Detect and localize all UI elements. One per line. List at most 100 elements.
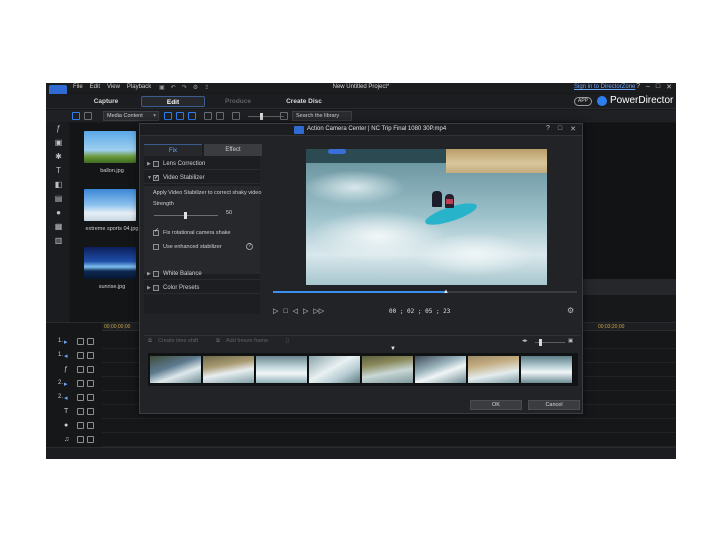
import-media-icon[interactable] (72, 112, 80, 120)
video-stabilizer-checkbox[interactable] (153, 172, 159, 184)
tab-create-disc[interactable]: Create Disc (282, 96, 326, 107)
subtitle-room-icon[interactable]: ▥ (54, 236, 63, 245)
fix-rotational-option[interactable]: Fix rotational camera shake (153, 227, 259, 238)
filmstrip-playhead-icon[interactable]: ▼ (390, 346, 396, 352)
view-icon[interactable] (216, 112, 224, 120)
sign-in-link[interactable]: Sign in to DirectorZone (574, 84, 635, 90)
create-time-shift-button[interactable]: Create time shift (158, 338, 198, 344)
track-lock-icon[interactable] (87, 436, 94, 443)
tab-fix[interactable]: Fix (144, 144, 202, 156)
color-presets-checkbox[interactable] (153, 285, 159, 291)
dialog-close-button[interactable]: ✕ (570, 125, 576, 133)
menu-playback[interactable]: Playback (127, 84, 151, 90)
track-lane[interactable] (102, 419, 676, 433)
media-thumb-ballon[interactable] (84, 131, 136, 163)
close-button[interactable]: ✕ (666, 83, 672, 91)
plugin-icon[interactable] (84, 112, 92, 120)
upload-icon[interactable]: ⇪ (204, 84, 209, 91)
next-frame-icon[interactable]: ▷ (303, 307, 308, 315)
video-stabilizer-row[interactable]: ▼ Video Stabilizer (144, 172, 260, 184)
dialog-help-button[interactable]: ? (546, 125, 550, 133)
menu-view[interactable]: View (107, 84, 120, 90)
enhanced-stabilizer-option[interactable]: Use enhanced stabilizer (153, 243, 259, 252)
freeze-frame-icon[interactable]: ⧉ (216, 338, 220, 345)
track-enable-checkbox[interactable] (77, 422, 84, 429)
tab-capture[interactable]: Capture (86, 96, 126, 107)
cancel-button[interactable]: Cancel (528, 400, 580, 410)
tab-produce[interactable]: Produce (218, 96, 258, 107)
fix-rotational-checkbox[interactable] (153, 227, 159, 236)
track-enable-checkbox[interactable] (77, 408, 84, 415)
track-lock-icon[interactable] (87, 366, 94, 373)
media-thumb-sunrise[interactable] (84, 247, 136, 279)
fast-forward-icon[interactable]: ▷▷ (313, 307, 324, 315)
fx-room-icon[interactable]: ƒ (54, 124, 63, 133)
undo-icon[interactable]: ↶ (171, 84, 176, 91)
time-shift-icon[interactable]: ⧉ (148, 338, 152, 345)
track-lock-icon[interactable] (87, 408, 94, 415)
pip-room-icon[interactable]: ▣ (54, 138, 63, 147)
menu-file[interactable]: File (73, 84, 83, 90)
track-lane[interactable] (102, 433, 676, 447)
white-balance-row[interactable]: ▶ White Balance (144, 268, 260, 280)
grid-large-icon[interactable] (280, 112, 288, 120)
library-zoom-knob[interactable] (260, 113, 263, 120)
track-enable-checkbox[interactable] (77, 436, 84, 443)
color-presets-row[interactable]: ▶ Color Presets (144, 282, 260, 294)
filter-image-icon[interactable] (176, 112, 184, 120)
video-preview[interactable] (306, 149, 547, 285)
add-freeze-frame-button[interactable]: Add freeze frame (226, 338, 268, 344)
settings-icon[interactable]: ⚙ (193, 84, 198, 91)
lens-correction-checkbox[interactable] (153, 161, 159, 167)
track-enable-checkbox[interactable] (77, 338, 84, 345)
save-icon[interactable]: ▣ (159, 84, 165, 91)
previous-frame-icon[interactable]: ◁ (293, 307, 298, 315)
track-lock-icon[interactable] (87, 338, 94, 345)
track-lock-icon[interactable] (87, 380, 94, 387)
help-button[interactable]: ? (636, 83, 640, 91)
stop-icon[interactable]: □ (283, 308, 287, 315)
library-search-input[interactable]: Search the library (292, 111, 352, 121)
timecode-display[interactable]: 00 ; 02 ; 05 ; 23 (389, 308, 450, 315)
filmstrip-zoom-knob[interactable] (539, 339, 542, 346)
tab-effect[interactable]: Effect (204, 144, 262, 156)
audio-mixing-room-icon[interactable]: ▤ (54, 194, 63, 203)
playback-progress-bar[interactable] (273, 291, 577, 293)
playback-scrubber-icon[interactable]: ▲ (443, 289, 449, 295)
tab-edit[interactable]: Edit (141, 96, 205, 107)
strength-slider-knob[interactable] (184, 212, 187, 219)
track-enable-checkbox[interactable] (77, 394, 84, 401)
timeline-scrollbar[interactable] (46, 447, 676, 459)
track-enable-checkbox[interactable] (77, 366, 84, 373)
filter-video-icon[interactable] (164, 112, 172, 120)
library-zoom-slider[interactable] (248, 116, 284, 117)
gear-icon[interactable]: ⚙ (567, 306, 574, 315)
voice-over-room-icon[interactable]: ● (54, 208, 63, 217)
track-lock-icon[interactable] (87, 394, 94, 401)
zoom-out-icon[interactable]: ◂▸ (522, 338, 528, 344)
lens-correction-row[interactable]: ▶ Lens Correction (144, 158, 260, 170)
video-filmstrip[interactable] (148, 353, 578, 386)
zoom-in-icon[interactable]: ▣ (568, 338, 573, 344)
maximize-button[interactable]: □ (656, 83, 660, 91)
track-lock-icon[interactable] (87, 352, 94, 359)
particle-room-icon[interactable]: ✱ (54, 152, 63, 161)
media-content-select[interactable]: Media Content ▾ (103, 111, 159, 121)
ok-button[interactable]: OK (470, 400, 522, 410)
help-icon[interactable]: ? (246, 243, 253, 250)
list-view-icon[interactable] (232, 112, 240, 120)
delete-icon[interactable]: ▯ (286, 338, 289, 344)
transition-room-icon[interactable]: ◧ (54, 180, 63, 189)
dialog-maximize-button[interactable]: □ (558, 125, 562, 133)
app-badge[interactable]: APP (574, 97, 592, 106)
enhanced-stabilizer-checkbox[interactable] (153, 244, 159, 250)
title-room-icon[interactable]: T (54, 166, 63, 175)
track-enable-checkbox[interactable] (77, 352, 84, 359)
play-icon[interactable]: ▷ (273, 307, 278, 315)
media-thumb-extreme-sports[interactable] (84, 189, 136, 221)
track-enable-checkbox[interactable] (77, 380, 84, 387)
minimize-button[interactable]: – (646, 83, 650, 91)
sort-icon[interactable] (204, 112, 212, 120)
redo-icon[interactable]: ↷ (182, 84, 187, 91)
track-lock-icon[interactable] (87, 422, 94, 429)
